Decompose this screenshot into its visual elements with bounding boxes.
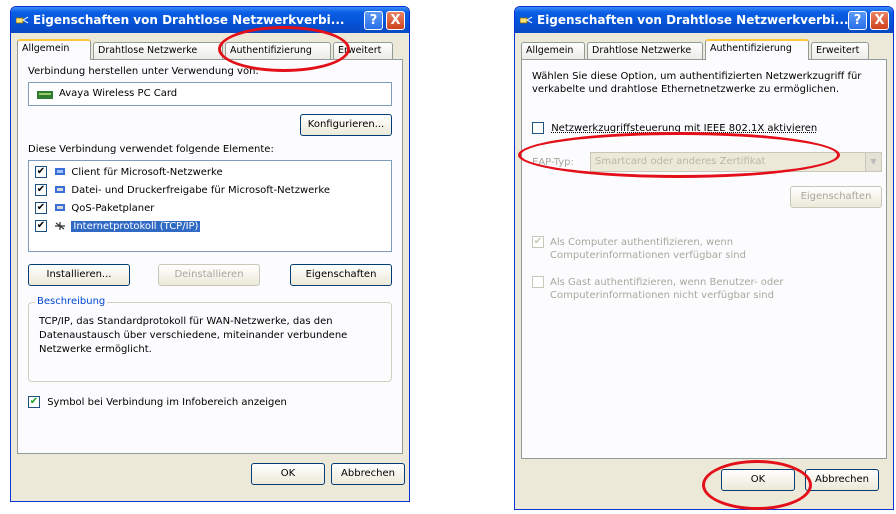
cancel-button[interactable]: Abbrechen <box>805 469 879 491</box>
tab-strip: Allgemein Drahtlose Netzwerke Authentifi… <box>521 39 887 60</box>
list-item-client[interactable]: ✔ Client für Microsoft-Netzwerke <box>35 165 223 181</box>
checkbox-checked[interactable]: ✔ <box>35 220 47 232</box>
service-icon <box>55 186 66 193</box>
checkbox-checked[interactable]: ✔ <box>28 396 40 408</box>
chevron-down-icon: ▼ <box>865 153 881 171</box>
tab-wireless-networks[interactable]: Drahtlose Netzwerke <box>587 42 703 59</box>
ieee-option[interactable]: Netzwerkzugriffsteuerung mit IEEE 802.1X… <box>532 122 817 134</box>
computer-auth-label: Als Computer authentifizieren, wenn Comp… <box>550 237 746 261</box>
eap-type-value: Smartcard oder anderes Zertifikat <box>595 156 766 167</box>
network-connection-icon <box>520 16 532 24</box>
cancel-button[interactable]: Abbrechen <box>331 463 405 485</box>
checkbox-checked[interactable]: ✔ <box>35 166 47 178</box>
connect-using-label: Verbindung herstellen unter Verwendung v… <box>28 66 259 77</box>
tab-authentication[interactable]: Authentifizierung <box>225 42 331 59</box>
close-button[interactable]: X <box>870 11 889 30</box>
intro-text: Wählen Sie diese Option, um authentifizi… <box>532 71 862 95</box>
help-button[interactable]: ? <box>848 11 867 30</box>
show-icon-option[interactable]: ✔ Symbol bei Verbindung im Infobereich a… <box>28 396 287 408</box>
list-item-qos[interactable]: ✔ QoS-Paketplaner <box>35 201 154 217</box>
list-item-tcpip[interactable]: ✔ Internetprotokoll (TCP/IP) <box>35 219 201 235</box>
eap-label: EAP-Typ: <box>532 157 574 168</box>
checkbox-unchecked[interactable] <box>532 122 544 134</box>
checkbox-checked[interactable]: ✔ <box>35 202 47 214</box>
network-connection-icon <box>16 16 28 24</box>
help-button[interactable]: ? <box>364 11 383 30</box>
eap-type-select[interactable]: Smartcard oder anderes Zertifikat ▼ <box>590 152 882 172</box>
description-group: Beschreibung TCP/IP, das Standardprotoko… <box>28 296 392 382</box>
tab-general[interactable]: Allgemein <box>17 39 91 60</box>
component-label: Datei- und Druckerfreigabe für Microsoft… <box>71 185 330 196</box>
show-icon-label: Symbol bei Verbindung im Infobereich anz… <box>47 397 287 408</box>
install-button[interactable]: Installieren... <box>28 264 130 286</box>
components-label: Diese Verbindung verwendet folgende Elem… <box>28 144 274 155</box>
components-list[interactable]: ✔ Client für Microsoft-Netzwerke ✔ Datei… <box>28 160 392 252</box>
ok-button[interactable]: OK <box>721 469 795 491</box>
properties-button[interactable]: Eigenschaften <box>290 264 392 286</box>
description-text: TCP/IP, das Standardprotokoll für WAN-Ne… <box>39 316 348 355</box>
window-title: Eigenschaften von Drahtlose Netzwerkverb… <box>33 13 345 27</box>
adapter-name: Avaya Wireless PC Card <box>59 88 178 99</box>
general-tab-panel: Verbindung herstellen unter Verwendung v… <box>17 59 403 454</box>
close-button[interactable]: X <box>386 11 405 30</box>
properties-button[interactable]: Eigenschaften <box>790 186 882 208</box>
client-icon <box>55 168 66 175</box>
component-label-selected: Internetprotokoll (TCP/IP) <box>71 221 201 232</box>
title-bar[interactable]: Eigenschaften von Drahtlose Netzwerkverb… <box>515 7 893 33</box>
guest-auth-option[interactable]: Als Gast authentifizieren, wenn Benutzer… <box>532 276 878 302</box>
tab-advanced[interactable]: Erweitert <box>811 42 869 59</box>
checkbox-checked[interactable]: ✔ <box>35 184 47 196</box>
service-icon <box>55 204 66 211</box>
title-bar[interactable]: Eigenschaften von Drahtlose Netzwerkverb… <box>11 7 409 33</box>
adapter-field: Avaya Wireless PC Card <box>28 82 392 106</box>
tab-advanced[interactable]: Erweitert <box>333 42 393 59</box>
tab-authentication[interactable]: Authentifizierung <box>705 39 809 60</box>
network-card-icon <box>37 91 53 99</box>
tab-strip: Allgemein Drahtlose Netzwerke Authentifi… <box>17 39 403 60</box>
tab-wireless-networks[interactable]: Drahtlose Netzwerke <box>93 42 223 59</box>
ieee-label: Netzwerkzugriffsteuerung mit IEEE 802.1X… <box>551 123 818 134</box>
guest-auth-label: Als Gast authentifizieren, wenn Benutzer… <box>550 277 784 301</box>
description-group-label: Beschreibung <box>35 296 108 307</box>
protocol-icon <box>55 222 66 230</box>
authentication-tab-panel: Wählen Sie diese Option, um authentifizi… <box>521 59 887 459</box>
configure-button[interactable]: Konfigurieren... <box>300 114 392 136</box>
uninstall-button[interactable]: Deinstallieren <box>158 264 260 286</box>
checkbox-unchecked-disabled[interactable] <box>532 276 544 288</box>
component-label: Client für Microsoft-Netzwerke <box>71 167 223 178</box>
network-properties-dialog-authentication: Eigenschaften von Drahtlose Netzwerkverb… <box>514 6 894 510</box>
component-label: QoS-Paketplaner <box>71 203 155 214</box>
ok-button[interactable]: OK <box>251 463 325 485</box>
network-properties-dialog-general: Eigenschaften von Drahtlose Netzwerkverb… <box>10 6 410 502</box>
tab-general[interactable]: Allgemein <box>521 42 585 59</box>
window-title: Eigenschaften von Drahtlose Netzwerkverb… <box>537 13 849 27</box>
checkbox-checked-disabled[interactable]: ✔ <box>532 236 544 248</box>
computer-auth-option[interactable]: ✔ Als Computer authentifizieren, wenn Co… <box>532 236 878 262</box>
list-item-file-sharing[interactable]: ✔ Datei- und Druckerfreigabe für Microso… <box>35 183 330 199</box>
